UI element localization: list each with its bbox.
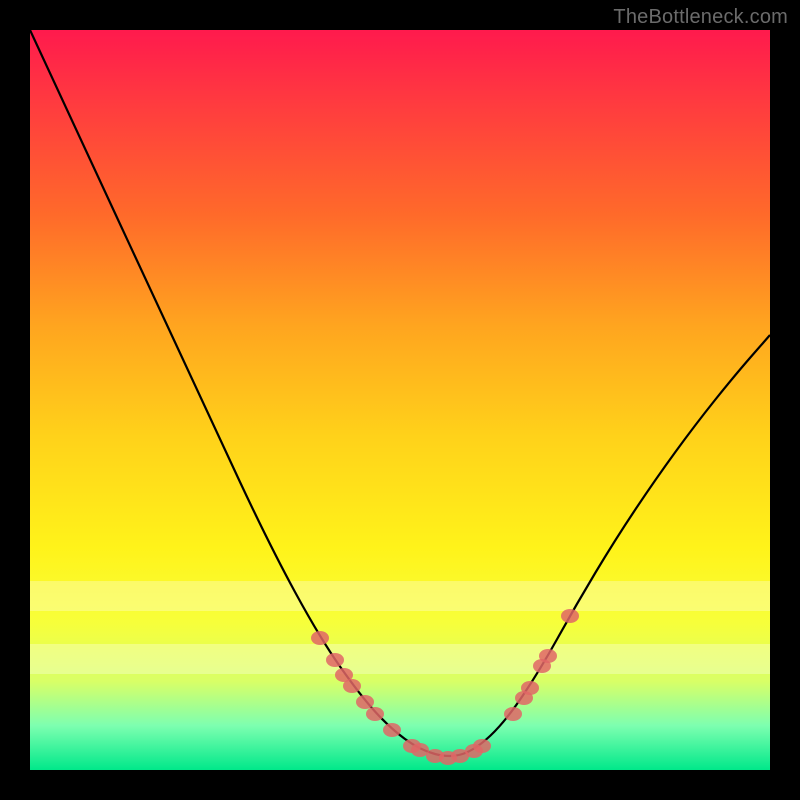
curve-marker	[383, 723, 401, 737]
curve-marker	[356, 695, 374, 709]
curve-marker	[473, 739, 491, 753]
curve-marker	[366, 707, 384, 721]
curve-marker	[521, 681, 539, 695]
bottleneck-curve	[30, 30, 770, 756]
plot-area	[30, 30, 770, 770]
curve-marker	[504, 707, 522, 721]
watermark-text: TheBottleneck.com	[613, 6, 788, 29]
curve-marker	[539, 649, 557, 663]
curve-marker	[326, 653, 344, 667]
curve-marker	[343, 679, 361, 693]
curve-marker	[561, 609, 579, 623]
curve-marker	[311, 631, 329, 645]
curve-layer	[30, 30, 770, 770]
curve-markers	[311, 609, 579, 765]
